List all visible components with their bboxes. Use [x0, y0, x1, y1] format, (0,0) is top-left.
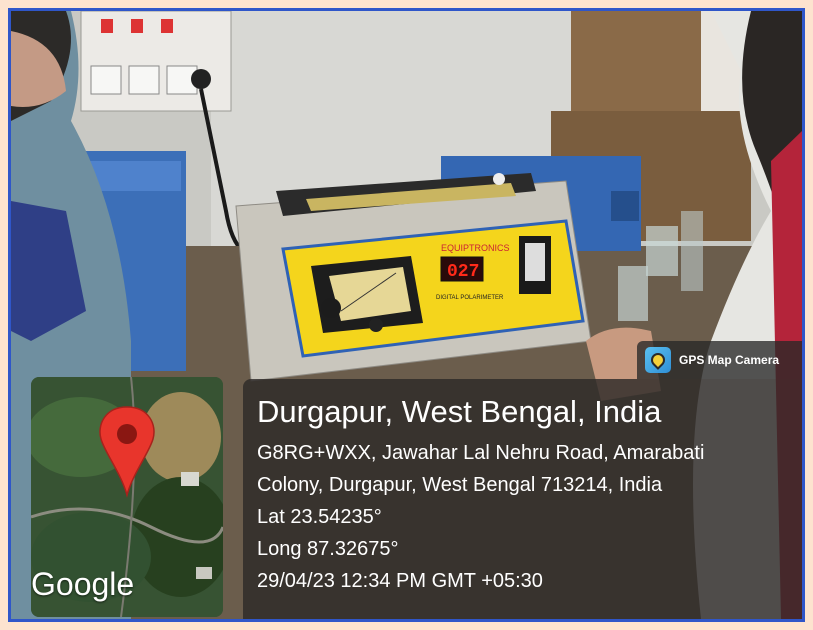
latitude: Lat 23.54235° — [257, 506, 382, 528]
gps-map-camera-icon — [645, 347, 671, 373]
timestamp: 29/04/23 12:34 PM GMT +05:30 — [257, 570, 543, 592]
device-brand: EQUIPTRONICS — [441, 243, 510, 253]
gps-camera-badge: GPS Map Camera — [637, 341, 802, 379]
longitude: Long 87.32675° — [257, 538, 399, 560]
address-line-2: Colony, Durgapur, West Bengal 713214, In… — [257, 474, 663, 496]
gps-camera-label: GPS Map Camera — [679, 353, 780, 367]
map-thumbnail: Google — [31, 377, 223, 617]
location-info-panel: Durgapur, West Bengal, India G8RG+WXX, J… — [243, 379, 802, 619]
device-model: DIGITAL POLARIMETER — [436, 295, 504, 301]
google-logo: Google — [31, 566, 135, 602]
address-line-1: G8RG+WXX, Jawahar Lal Nehru Road, Amarab… — [257, 442, 705, 464]
led-digits: 027 — [447, 262, 479, 282]
photo-frame: EQUIPTRONICS 027 DIGITAL POLARIMETER GPS… — [8, 8, 805, 622]
place-title: Durgapur, West Bengal, India — [257, 394, 662, 429]
